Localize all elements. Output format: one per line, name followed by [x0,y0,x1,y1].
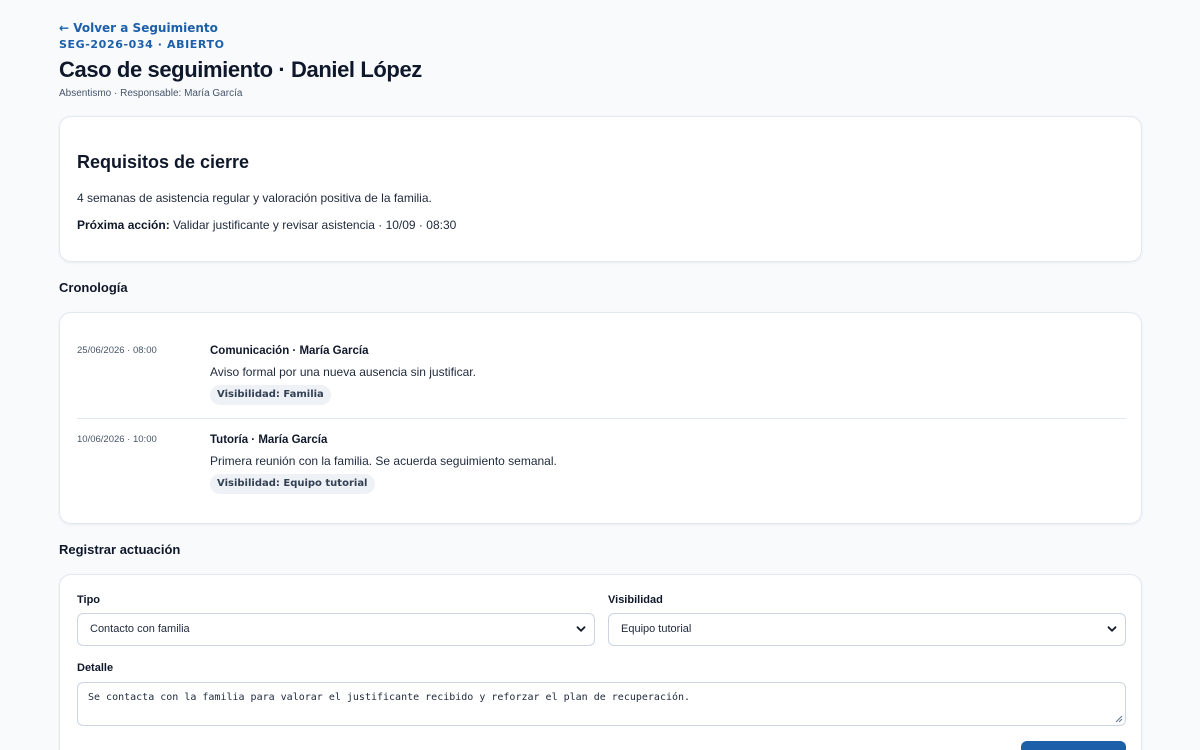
tipo-selected-value: Contacto con familia [90,623,190,635]
visibilidad-label: Visibilidad [608,594,663,606]
visibility-badge: Visibilidad: Familia [210,385,331,405]
timeline-description: Aviso formal por una nueva ausencia sin … [210,365,476,379]
visibility-badge: Visibilidad: Equipo tutorial [210,474,375,494]
timeline-title: Tutoría · María García [210,434,328,446]
next-action: Próxima acción: Validar justificante y r… [77,218,456,232]
back-link[interactable]: ← Volver a Seguimiento [59,21,218,35]
visibilidad-select[interactable]: Equipo tutorial [608,613,1126,646]
timeline-title: Comunicación · María García [210,345,369,357]
requirements-text: 4 semanas de asistencia regular y valora… [77,191,432,205]
requirements-title: Requisitos de cierre [77,152,250,172]
timeline-card: 25/06/2026 · 08:00 Comunicación · María … [59,312,1142,524]
visibilidad-selected-value: Equipo tutorial [621,623,692,635]
chevron-down-icon [576,626,586,632]
timeline-heading: Cronología [59,280,128,295]
register-action-form: Tipo Contacto con familia Visibilidad Eq… [59,574,1142,750]
timeline-date: 25/06/2026 · 08:00 [77,345,157,356]
tipo-label: Tipo [77,594,101,606]
closure-requirements-card: Requisitos de cierre 4 semanas de asiste… [59,116,1142,262]
timeline-divider [77,418,1126,419]
resize-grip-icon[interactable] [1115,715,1123,723]
page-title: Caso de seguimiento · Daniel López [59,57,422,82]
detalle-text: Se contacta con la familia para valorar … [88,692,691,703]
chevron-down-icon [1107,626,1117,632]
timeline-description: Primera reunión con la familia. Se acuer… [210,454,557,468]
detalle-textarea[interactable]: Se contacta con la familia para valorar … [77,682,1126,726]
case-code: SEG-2026-034 · ABIERTO [59,38,225,51]
timeline-date: 10/06/2026 · 10:00 [77,434,157,445]
tipo-select[interactable]: Contacto con familia [77,613,595,646]
page-subtitle: Absentismo · Responsable: María García [59,88,243,99]
next-action-label: Próxima acción: [77,218,170,232]
next-action-value: Validar justificante y revisar asistenci… [173,218,457,232]
register-action-heading: Registrar actuación [59,542,181,557]
detalle-label: Detalle [77,662,114,674]
submit-button[interactable] [1021,741,1126,750]
